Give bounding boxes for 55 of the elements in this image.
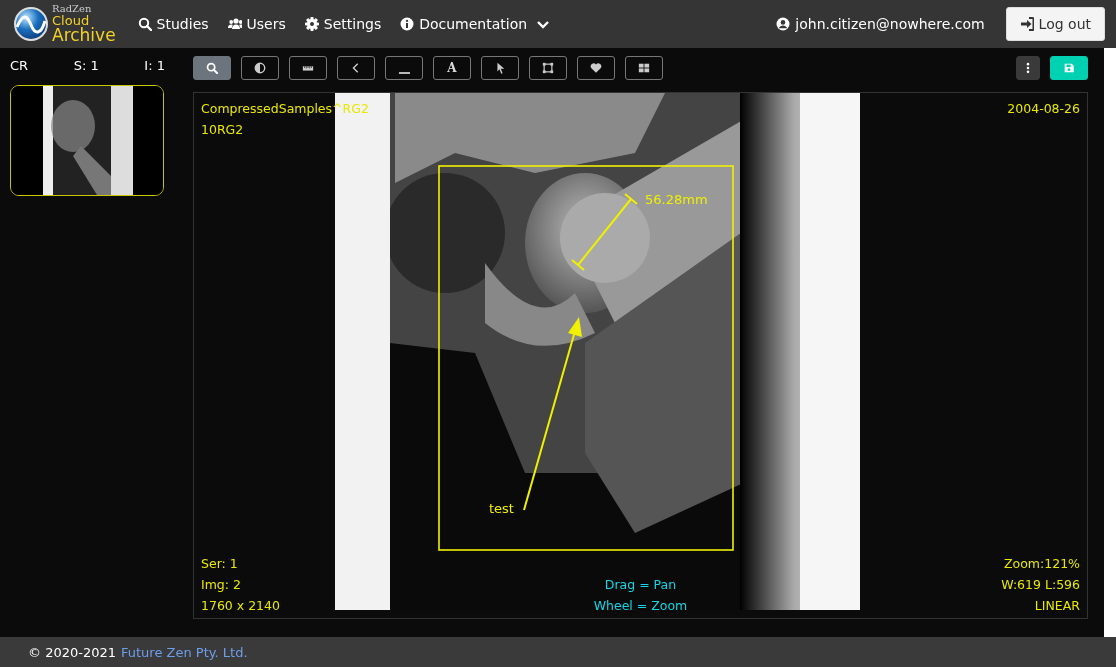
ruler-tool-button[interactable] bbox=[289, 56, 327, 80]
hint-text: Drag = Pan bbox=[604, 576, 677, 594]
window-info-text: LINEAR bbox=[1034, 597, 1080, 615]
series-thumbnail[interactable] bbox=[10, 85, 164, 196]
patient-info-text: 10RG2 bbox=[201, 121, 245, 139]
rectangle-select-icon bbox=[542, 62, 554, 74]
more-menu-button[interactable] bbox=[1016, 56, 1040, 80]
user-email: john.citizen@nowhere.com bbox=[795, 16, 985, 32]
nav-link[interactable]: Users bbox=[227, 16, 286, 32]
pointer-tool-button[interactable] bbox=[481, 56, 519, 80]
heart-tool-button[interactable] bbox=[577, 56, 615, 80]
user-icon bbox=[776, 17, 791, 31]
modality-label: CR bbox=[10, 58, 29, 75]
company-link[interactable]: Future Zen Pty. Ltd. bbox=[121, 644, 248, 660]
rectangle-tool-button[interactable] bbox=[529, 56, 567, 80]
copyright-text: © 2020-2021 bbox=[28, 644, 116, 660]
heart-icon bbox=[590, 62, 602, 74]
info-icon bbox=[400, 17, 415, 31]
arrow-annotation[interactable] bbox=[523, 317, 582, 511]
zoom-tool-button[interactable] bbox=[193, 56, 231, 80]
save-icon bbox=[1063, 62, 1075, 74]
nav-link[interactable]: Studies bbox=[137, 16, 209, 32]
measurement-label: 56.28mm bbox=[645, 192, 708, 207]
users-icon bbox=[227, 17, 242, 31]
series-count: S: 1 bbox=[73, 58, 99, 75]
sign-in-arrow-icon bbox=[1019, 17, 1034, 31]
logo-text: Cloud bbox=[52, 14, 90, 27]
grid-icon bbox=[638, 62, 650, 74]
image-info-text: Ser: 1 bbox=[201, 555, 239, 573]
search-icon bbox=[137, 17, 152, 31]
study-date-text: 2004-08-26 bbox=[1007, 100, 1080, 118]
globe-logo-icon bbox=[14, 7, 48, 41]
window-info-text: Zoom:121% bbox=[1004, 555, 1080, 573]
annotation-label: test bbox=[489, 501, 514, 516]
nav-link[interactable]: Settings bbox=[304, 16, 382, 32]
line-tool-button[interactable] bbox=[385, 56, 423, 80]
settings-icon bbox=[304, 17, 319, 31]
text-tool-button[interactable]: A bbox=[433, 56, 471, 80]
image-count: I: 1 bbox=[144, 58, 165, 75]
image-info-text: 1760 x 2140 bbox=[201, 597, 280, 615]
nav-link[interactable]: Documentation bbox=[400, 16, 528, 32]
cursor-icon bbox=[494, 62, 506, 74]
grid-tool-button[interactable] bbox=[625, 56, 663, 80]
contrast-icon bbox=[254, 62, 266, 74]
angle-tool-button[interactable] bbox=[337, 56, 375, 80]
contrast-tool-button[interactable] bbox=[241, 56, 279, 80]
window-info-text: W:619 L:596 bbox=[1001, 576, 1080, 594]
hint-text: Wheel = Zoom bbox=[593, 597, 688, 615]
rectangle-annotation[interactable] bbox=[438, 165, 734, 551]
logo-brand-text: RadZen bbox=[52, 4, 93, 14]
line-icon bbox=[398, 72, 410, 74]
search-icon bbox=[206, 62, 218, 74]
image-info-text: Img: 2 bbox=[201, 576, 242, 594]
logout-button[interactable]: Log out bbox=[1005, 7, 1105, 41]
logo-text: Archive bbox=[52, 27, 116, 44]
